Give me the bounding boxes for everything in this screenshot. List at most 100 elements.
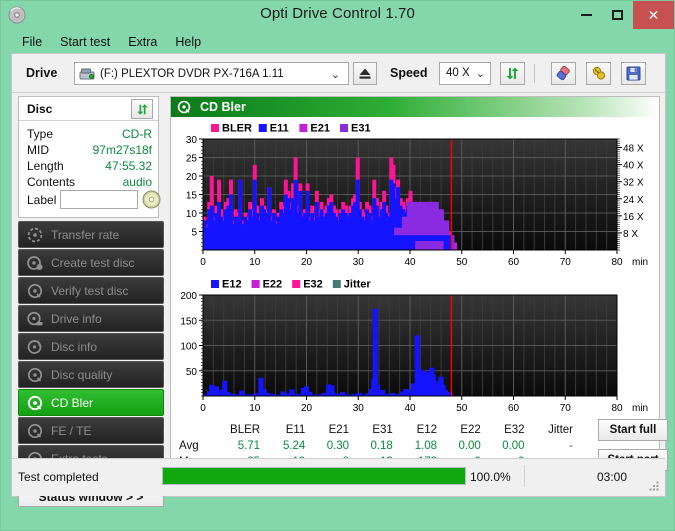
svg-text:E11: E11: [270, 123, 289, 135]
disc-label-input[interactable]: [60, 190, 138, 209]
col-header-bler: BLER: [230, 424, 261, 436]
menu-extra[interactable]: Extra: [119, 33, 166, 51]
disc-fete-icon: [27, 423, 43, 438]
cell-avg-jitter: -: [569, 440, 573, 452]
svg-text:24 X: 24 X: [623, 195, 644, 206]
svg-text:20: 20: [301, 403, 313, 414]
sidebar-item-label: Disc info: [51, 339, 98, 354]
eject-icon: [359, 68, 371, 79]
disc-refresh-button[interactable]: [131, 99, 153, 119]
svg-text:10: 10: [249, 403, 261, 414]
progress-bar: [162, 467, 466, 485]
svg-text:200: 200: [180, 291, 197, 302]
sidebar-item-verify-test-disc[interactable]: Verify test disc: [18, 277, 164, 304]
drive-label: Drive: [26, 66, 58, 80]
svg-text:50: 50: [186, 367, 198, 378]
svg-text:min: min: [632, 257, 648, 268]
col-header-e12: E12: [416, 424, 438, 436]
svg-text:60: 60: [508, 257, 520, 268]
status-bar: Test completed 100.0% 03:00: [12, 458, 665, 496]
content-panel: CD Bler 5 10 15 20 25 30 0 10 20 30 40 50 60 70 80 min 8…: [170, 96, 668, 493]
content-header-title: CD Bler: [200, 100, 246, 114]
cell-avg-e11: 5.24: [282, 440, 306, 452]
svg-text:Jitter: Jitter: [344, 279, 372, 291]
bler-chart[interactable]: 5 10 15 20 25 30 0 10 20 30 40 50 60 70 80 min 8 X 16 X 24…: [173, 117, 659, 272]
svg-text:30: 30: [353, 257, 365, 268]
cell-avg-e32: 0.00: [502, 440, 525, 452]
row-label-avg: Avg: [179, 440, 199, 452]
svg-text:48 X: 48 X: [623, 144, 644, 155]
col-header-e22: E22: [460, 424, 481, 436]
cell-avg-e21: 0.30: [326, 440, 350, 452]
svg-text:70: 70: [560, 257, 572, 268]
minimize-button[interactable]: [571, 1, 602, 29]
svg-text:E21: E21: [310, 123, 330, 135]
table-corner: [177, 422, 219, 438]
menu-file[interactable]: File: [13, 33, 51, 51]
disc-row-value: audio: [122, 175, 152, 189]
sidebar-item-transfer-rate[interactable]: Transfer rate: [18, 221, 164, 248]
speed-label: Speed: [390, 66, 428, 80]
save-button[interactable]: [621, 62, 646, 85]
col-header-e21: E21: [328, 424, 350, 436]
svg-text:80: 80: [611, 257, 623, 268]
disc-row-value: 47:55.32: [105, 159, 152, 173]
bitsetting-button[interactable]: [586, 62, 611, 85]
sidebar-item-label: Create test disc: [51, 255, 135, 270]
svg-text:0: 0: [200, 403, 206, 414]
sidebar-item-disc-info[interactable]: i Disc info: [18, 333, 164, 360]
status-message: Test completed: [18, 470, 99, 484]
sidebar-item-disc-quality[interactable]: Disc quality: [18, 361, 164, 388]
speed-select[interactable]: 40 X ⌄: [439, 62, 491, 85]
svg-text:5: 5: [191, 228, 197, 239]
svg-text:50: 50: [456, 257, 468, 268]
sidebar-item-create-test-disc[interactable]: Create test disc: [18, 249, 164, 276]
elapsed-time-label: 03:00: [596, 470, 627, 484]
client-area: Drive (F:) PLEXTOR DVDR PX-716A 1.11 ⌄ S…: [11, 53, 668, 507]
sidebar-item-fe-te[interactable]: FE / TE: [18, 417, 164, 444]
disc-icon: [142, 190, 161, 209]
disc-quality-icon: [27, 367, 43, 382]
sidebar-item-drive-info[interactable]: Drive info: [18, 305, 164, 332]
disc-bler-icon: [27, 395, 43, 410]
svg-text:100: 100: [180, 342, 197, 353]
svg-text:8 X: 8 X: [623, 229, 638, 240]
svg-text:E32: E32: [303, 279, 323, 291]
disc-row-key: Type: [27, 127, 54, 141]
maximize-button[interactable]: [602, 1, 633, 29]
disc-label-button[interactable]: [141, 189, 162, 210]
refresh-arrows-icon: [506, 67, 519, 80]
menu-help[interactable]: Help: [166, 33, 210, 51]
drive-icon: [79, 68, 95, 79]
sidebar-item-cd-bler[interactable]: CD Bler: [18, 389, 164, 416]
svg-text:0: 0: [200, 257, 206, 268]
svg-text:30: 30: [353, 403, 365, 414]
svg-text:min: min: [632, 403, 648, 414]
chevron-down-icon[interactable]: ⌄: [331, 68, 340, 81]
disc-row-type: Type CD-R: [19, 127, 158, 143]
close-button[interactable]: ✕: [633, 1, 674, 29]
disc-drive-icon: [27, 311, 43, 325]
title-bar: Opti Drive Control 1.70 ✕: [1, 1, 674, 29]
disc-row-value: CD-R: [122, 127, 152, 141]
svg-text:16 X: 16 X: [623, 212, 644, 223]
erase-button[interactable]: [551, 62, 576, 85]
e12-chart[interactable]: 50 100 150 200 0 10 20 30 40 50 60 70 80 min E12 E22 E32…: [173, 273, 659, 418]
menu-bar: File Start test Extra Help: [11, 31, 666, 53]
resize-grip-icon[interactable]: [648, 480, 660, 492]
disc-bler-icon: [177, 100, 191, 114]
table-row: Avg 5.71 5.24 0.30 0.18 1.08 0.00 0.00 -: [177, 438, 577, 454]
menu-start-test[interactable]: Start test: [51, 33, 119, 51]
svg-text:E22: E22: [263, 279, 283, 291]
drive-select[interactable]: (F:) PLEXTOR DVDR PX-716A 1.11 ⌄: [74, 62, 349, 85]
col-header-e11: E11: [285, 424, 306, 436]
chevron-down-icon[interactable]: ⌄: [476, 67, 485, 80]
eject-button[interactable]: [353, 62, 377, 85]
disc-row-contents: Contents audio: [19, 175, 158, 191]
floppy-save-icon: [626, 66, 641, 81]
cell-avg-e12: 1.08: [414, 440, 438, 452]
disc-row-value: 97m27s18f: [92, 143, 152, 157]
refresh-button[interactable]: [500, 62, 525, 85]
start-full-button[interactable]: Start full: [598, 419, 668, 441]
svg-text:E12: E12: [222, 279, 242, 291]
